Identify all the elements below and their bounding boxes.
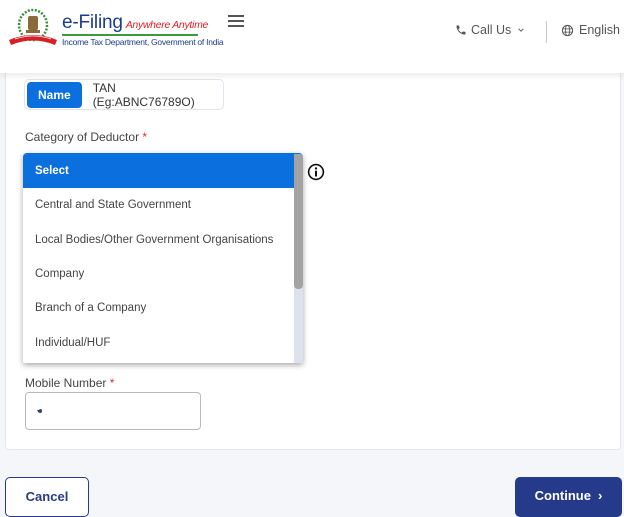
hamburger-menu-button[interactable] [228,15,244,27]
language-label: English [579,23,620,37]
phone-icon [456,25,466,35]
brand-name: e-Filing [62,12,123,33]
required-mark: * [142,130,148,144]
continue-button[interactable]: Continue › [515,477,622,517]
mobile-label-text: Mobile Number [25,376,107,390]
info-icon[interactable] [307,163,325,181]
site-header: e-Filing Anywhere Anytime Income Tax Dep… [0,0,624,73]
income-tax-emblem-logo[interactable] [6,8,60,50]
required-mark: * [109,376,115,390]
brand-block[interactable]: e-Filing Anywhere Anytime Income Tax Dep… [62,12,224,47]
category-options: Select Central and State Government Loca… [23,154,294,360]
brand-tagline: Anywhere Anytime [125,19,209,31]
toggle-option-tan[interactable]: TAN (Eg:ABNC76789O) [82,81,221,109]
header-divider [546,21,547,43]
category-dropdown-list[interactable]: Select Central and State Government Loca… [23,153,303,363]
cancel-button[interactable]: Cancel [5,477,89,517]
toggle-option-name[interactable]: Name [27,81,82,108]
mobile-number-field [25,392,202,430]
brand-subtitle: Income Tax Department, Government of Ind… [62,37,224,47]
brand-divider [62,34,198,36]
mobile-number-label: Mobile Number * [25,376,114,390]
category-option-individual-huf[interactable]: Individual/HUF [23,325,294,359]
chevron-right-icon: › [597,488,603,503]
category-option-branch-of-company[interactable]: Branch of a Company [23,291,294,325]
cancel-label: Cancel [25,489,69,504]
search-mode-toggle: Name TAN (Eg:ABNC76789O) [24,79,224,110]
language-dropdown[interactable]: English [561,23,624,37]
category-of-deductor-label: Category of Deductor * [25,130,147,144]
hamburger-icon-bar [228,25,244,27]
globe-icon [561,24,574,36]
hamburger-icon-bar [228,15,244,17]
category-label-text: Category of Deductor [25,130,140,144]
category-option-central-state-govt[interactable]: Central and State Government [23,188,294,222]
continue-label: Continue [534,488,591,503]
call-us-label: Call Us [471,23,512,37]
hamburger-icon-bar [228,20,244,22]
category-option-company[interactable]: Company [23,257,294,291]
mobile-number-input[interactable] [47,393,202,429]
category-option-select[interactable]: Select [23,154,294,189]
chevron-down-icon [518,28,525,32]
call-us-dropdown[interactable]: Call Us [455,23,525,37]
category-option-local-bodies[interactable]: Local Bodies/Other Government Organisati… [23,223,294,257]
dropdown-scrollbar-thumb[interactable] [294,154,303,289]
